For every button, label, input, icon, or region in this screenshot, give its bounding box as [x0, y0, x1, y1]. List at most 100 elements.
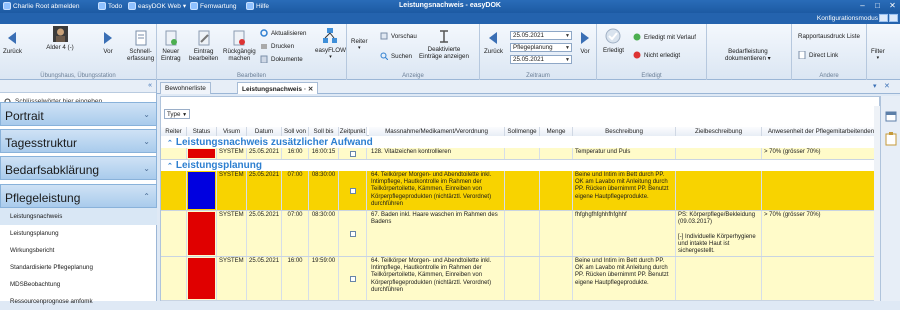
documents-label: Dokumente	[271, 55, 303, 63]
cell-visum: SYSTEM	[217, 257, 247, 300]
sidebar-item-standardisierte-pflegeplanung[interactable]: Standardisierte Pflegeplanung	[0, 259, 157, 276]
sidebar-category-portrait[interactable]: Portrait ⌄	[0, 102, 157, 126]
tab-menu-icon[interactable]: ▾	[873, 82, 877, 90]
date-from-picker[interactable]: 25.05.2021 ▼	[510, 31, 572, 40]
restore-icon[interactable]	[879, 14, 888, 22]
user-logout-link[interactable]: Charlie Root abmelden	[3, 2, 79, 10]
sidebar-item-leistungsplanung[interactable]: Leistungsplanung	[0, 225, 157, 242]
print-button[interactable]: Drucken	[260, 42, 294, 50]
schnellerfassung-button[interactable]: Schnell- erfassung	[127, 30, 154, 62]
close-ribbon-icon[interactable]	[889, 14, 898, 22]
table-row[interactable]: SYSTEM 25.05.2021 16:00 19:59:00 64. Teilkör…	[161, 257, 881, 301]
period-forward-label: Vor	[580, 48, 590, 55]
close-all-icon[interactable]: ✕	[884, 82, 890, 90]
clipboard-icon[interactable]	[885, 132, 897, 146]
sidebar-item-mdsbeobachtung[interactable]: MDSBeobachtung	[0, 276, 157, 293]
table-row[interactable]: SYSTEM 25.05.2021 07:00 08:30:00 64. Teilkör…	[161, 171, 881, 211]
pin-icon[interactable]: ▫	[304, 86, 306, 93]
planning-select[interactable]: Pflegeplanung ▼	[510, 43, 572, 52]
minimize-button[interactable]: –	[856, 1, 869, 11]
zeitpunkt-checkbox[interactable]	[350, 151, 356, 157]
ribbon-group-bedarf: Bedarfleistung dokumentieren ▾	[707, 24, 792, 80]
filter-button[interactable]: Filter ▾	[871, 48, 885, 62]
hilfe-link[interactable]: Hilfe	[246, 2, 269, 10]
category-label: Pflegeleistung	[5, 191, 81, 205]
column-header[interactable]: Zielbeschreibung	[676, 127, 762, 136]
direct-link-button[interactable]: Direct Link	[798, 51, 838, 59]
period-forward-button[interactable]: Vor	[578, 30, 592, 55]
refresh-label: Aktualisieren	[271, 29, 307, 37]
column-header[interactable]: Massnahme/Medikament/Verordnung	[369, 127, 505, 136]
edit-entry-button[interactable]: Eintrag bearbeiten	[189, 30, 218, 62]
sidebar-item-wirkungsbericht[interactable]: Wirkungsbericht	[0, 242, 157, 259]
resident-avatar[interactable]: Alder 4 (-)	[44, 26, 76, 51]
date-to-picker[interactable]: 25.05.2021 ▼	[510, 55, 572, 64]
column-header[interactable]: Soll bis	[309, 127, 339, 136]
grid-header-row: Reiter Status Visum Datum Soll von Soll bis Ze…	[161, 127, 881, 136]
column-header[interactable]: Reiter	[161, 127, 187, 136]
table-row[interactable]: SYSTEM 25.05.2021 07:00 08:30:00 67. Baden i…	[161, 211, 881, 257]
collapse-group-icon[interactable]: ⌃	[167, 163, 173, 170]
column-header[interactable]: Beschreibung	[573, 127, 676, 136]
group-header[interactable]: ⌃ Leistungsplanung	[161, 160, 881, 171]
not-done-button[interactable]: Nicht erledigt	[633, 51, 680, 59]
sidebar-category-bedarfsabklaerung[interactable]: Bedarfsabklärung ⌄	[0, 156, 157, 180]
table-row[interactable]: SYSTEM 25.05.2021 16:00 16:00:15 128. Vitalz…	[161, 148, 881, 160]
reiter-dropdown[interactable]: Reiter ▾	[351, 38, 368, 52]
collapse-icon[interactable]: «	[148, 82, 152, 89]
preview-label: Vorschau	[391, 32, 417, 40]
rapport-list-button[interactable]: Rapportausdruck Liste	[798, 33, 860, 40]
column-header[interactable]: Status	[187, 127, 217, 136]
column-header[interactable]: Zeitpunkt	[339, 127, 367, 136]
nav-back-button[interactable]: Zurück	[3, 30, 22, 55]
easyflow-label: easyFLOW	[315, 47, 346, 54]
tab-bewohnerliste[interactable]: Bewohnerliste	[160, 82, 211, 94]
period-back-button[interactable]: Zurück	[484, 30, 503, 55]
sidebar-item-ressourcenprognose[interactable]: Ressourcenprognose amfomk	[0, 293, 157, 310]
todo-link[interactable]: Todo	[98, 2, 122, 10]
cell-beschr: Temperatur und Puls	[573, 148, 676, 159]
nav-forward-button[interactable]: Vor	[101, 30, 115, 55]
cell-anw: > 70% (grösser 70%)	[762, 211, 881, 256]
cell-col9	[540, 148, 573, 159]
column-header[interactable]: Menge	[540, 127, 573, 136]
tab-label: Leistungsnachweis	[242, 86, 302, 93]
column-header[interactable]: Datum	[247, 127, 282, 136]
refresh-button[interactable]: Aktualisieren	[260, 29, 306, 37]
calendar-icon[interactable]	[885, 110, 897, 122]
sidebar-category-pflegeleistung[interactable]: Pflegeleistung ⌃	[0, 184, 157, 208]
cell-ziel	[676, 148, 762, 159]
column-header[interactable]: Anwesenheit der Pflegemitarbeitenden	[762, 127, 881, 136]
zeitpunkt-checkbox[interactable]	[350, 276, 356, 282]
column-header[interactable]: Sollmenge	[505, 127, 540, 136]
easyflow-button[interactable]: easyFLOW ▾	[315, 27, 346, 61]
close-button[interactable]: ✕	[886, 1, 899, 11]
collapse-group-icon[interactable]: ⌃	[167, 140, 173, 147]
group-title: Leistungsnachweis zusätzlicher Aufwand	[175, 137, 373, 148]
konfigurationsmodus-label[interactable]: Konfigurationsmodus	[817, 15, 878, 22]
column-header[interactable]: Soll von	[282, 127, 309, 136]
fernwartung-link[interactable]: Fernwartung	[190, 2, 237, 10]
preview-button[interactable]: Vorschau	[380, 32, 417, 40]
zeitpunkt-checkbox[interactable]	[350, 231, 356, 237]
show-disabled-button[interactable]: Deaktivierte Einträge anzeigen	[419, 29, 469, 60]
easydok-web-link[interactable]: easyDOK Web ▾	[128, 2, 186, 10]
undo-button[interactable]: Rückgängig machen	[223, 30, 256, 62]
maximize-button[interactable]: □	[871, 1, 884, 11]
group-header[interactable]: ⌃ Leistungsnachweis zusätzlicher Aufwand	[161, 137, 881, 148]
sidebar-item-leistungsnachweis[interactable]: Leistungsnachweis	[0, 208, 157, 225]
new-entry-button[interactable]: Neuer Eintrag	[161, 30, 181, 62]
done-button[interactable]: Erledigt	[603, 28, 624, 54]
search-button[interactable]: Suchen	[380, 52, 412, 60]
column-header[interactable]: Visum	[217, 127, 247, 136]
type-filter-dropdown[interactable]: Type ▼	[164, 109, 190, 119]
bedarfleistung-button[interactable]: Bedarfleistung dokumentieren ▾	[725, 48, 771, 62]
zeitpunkt-checkbox[interactable]	[350, 188, 356, 194]
help-icon	[246, 2, 254, 10]
tab-leistungsnachweis[interactable]: Leistungsnachweis ▫ ✕	[237, 82, 319, 94]
sidebar-header: «	[0, 80, 156, 93]
sidebar-category-tagesstruktur[interactable]: Tagesstruktur ⌄	[0, 129, 157, 153]
close-tab-icon[interactable]: ✕	[308, 86, 313, 93]
done-with-history-button[interactable]: Erledigt mit Verlauf	[633, 33, 696, 41]
documents-button[interactable]: Dokumente	[260, 55, 303, 63]
